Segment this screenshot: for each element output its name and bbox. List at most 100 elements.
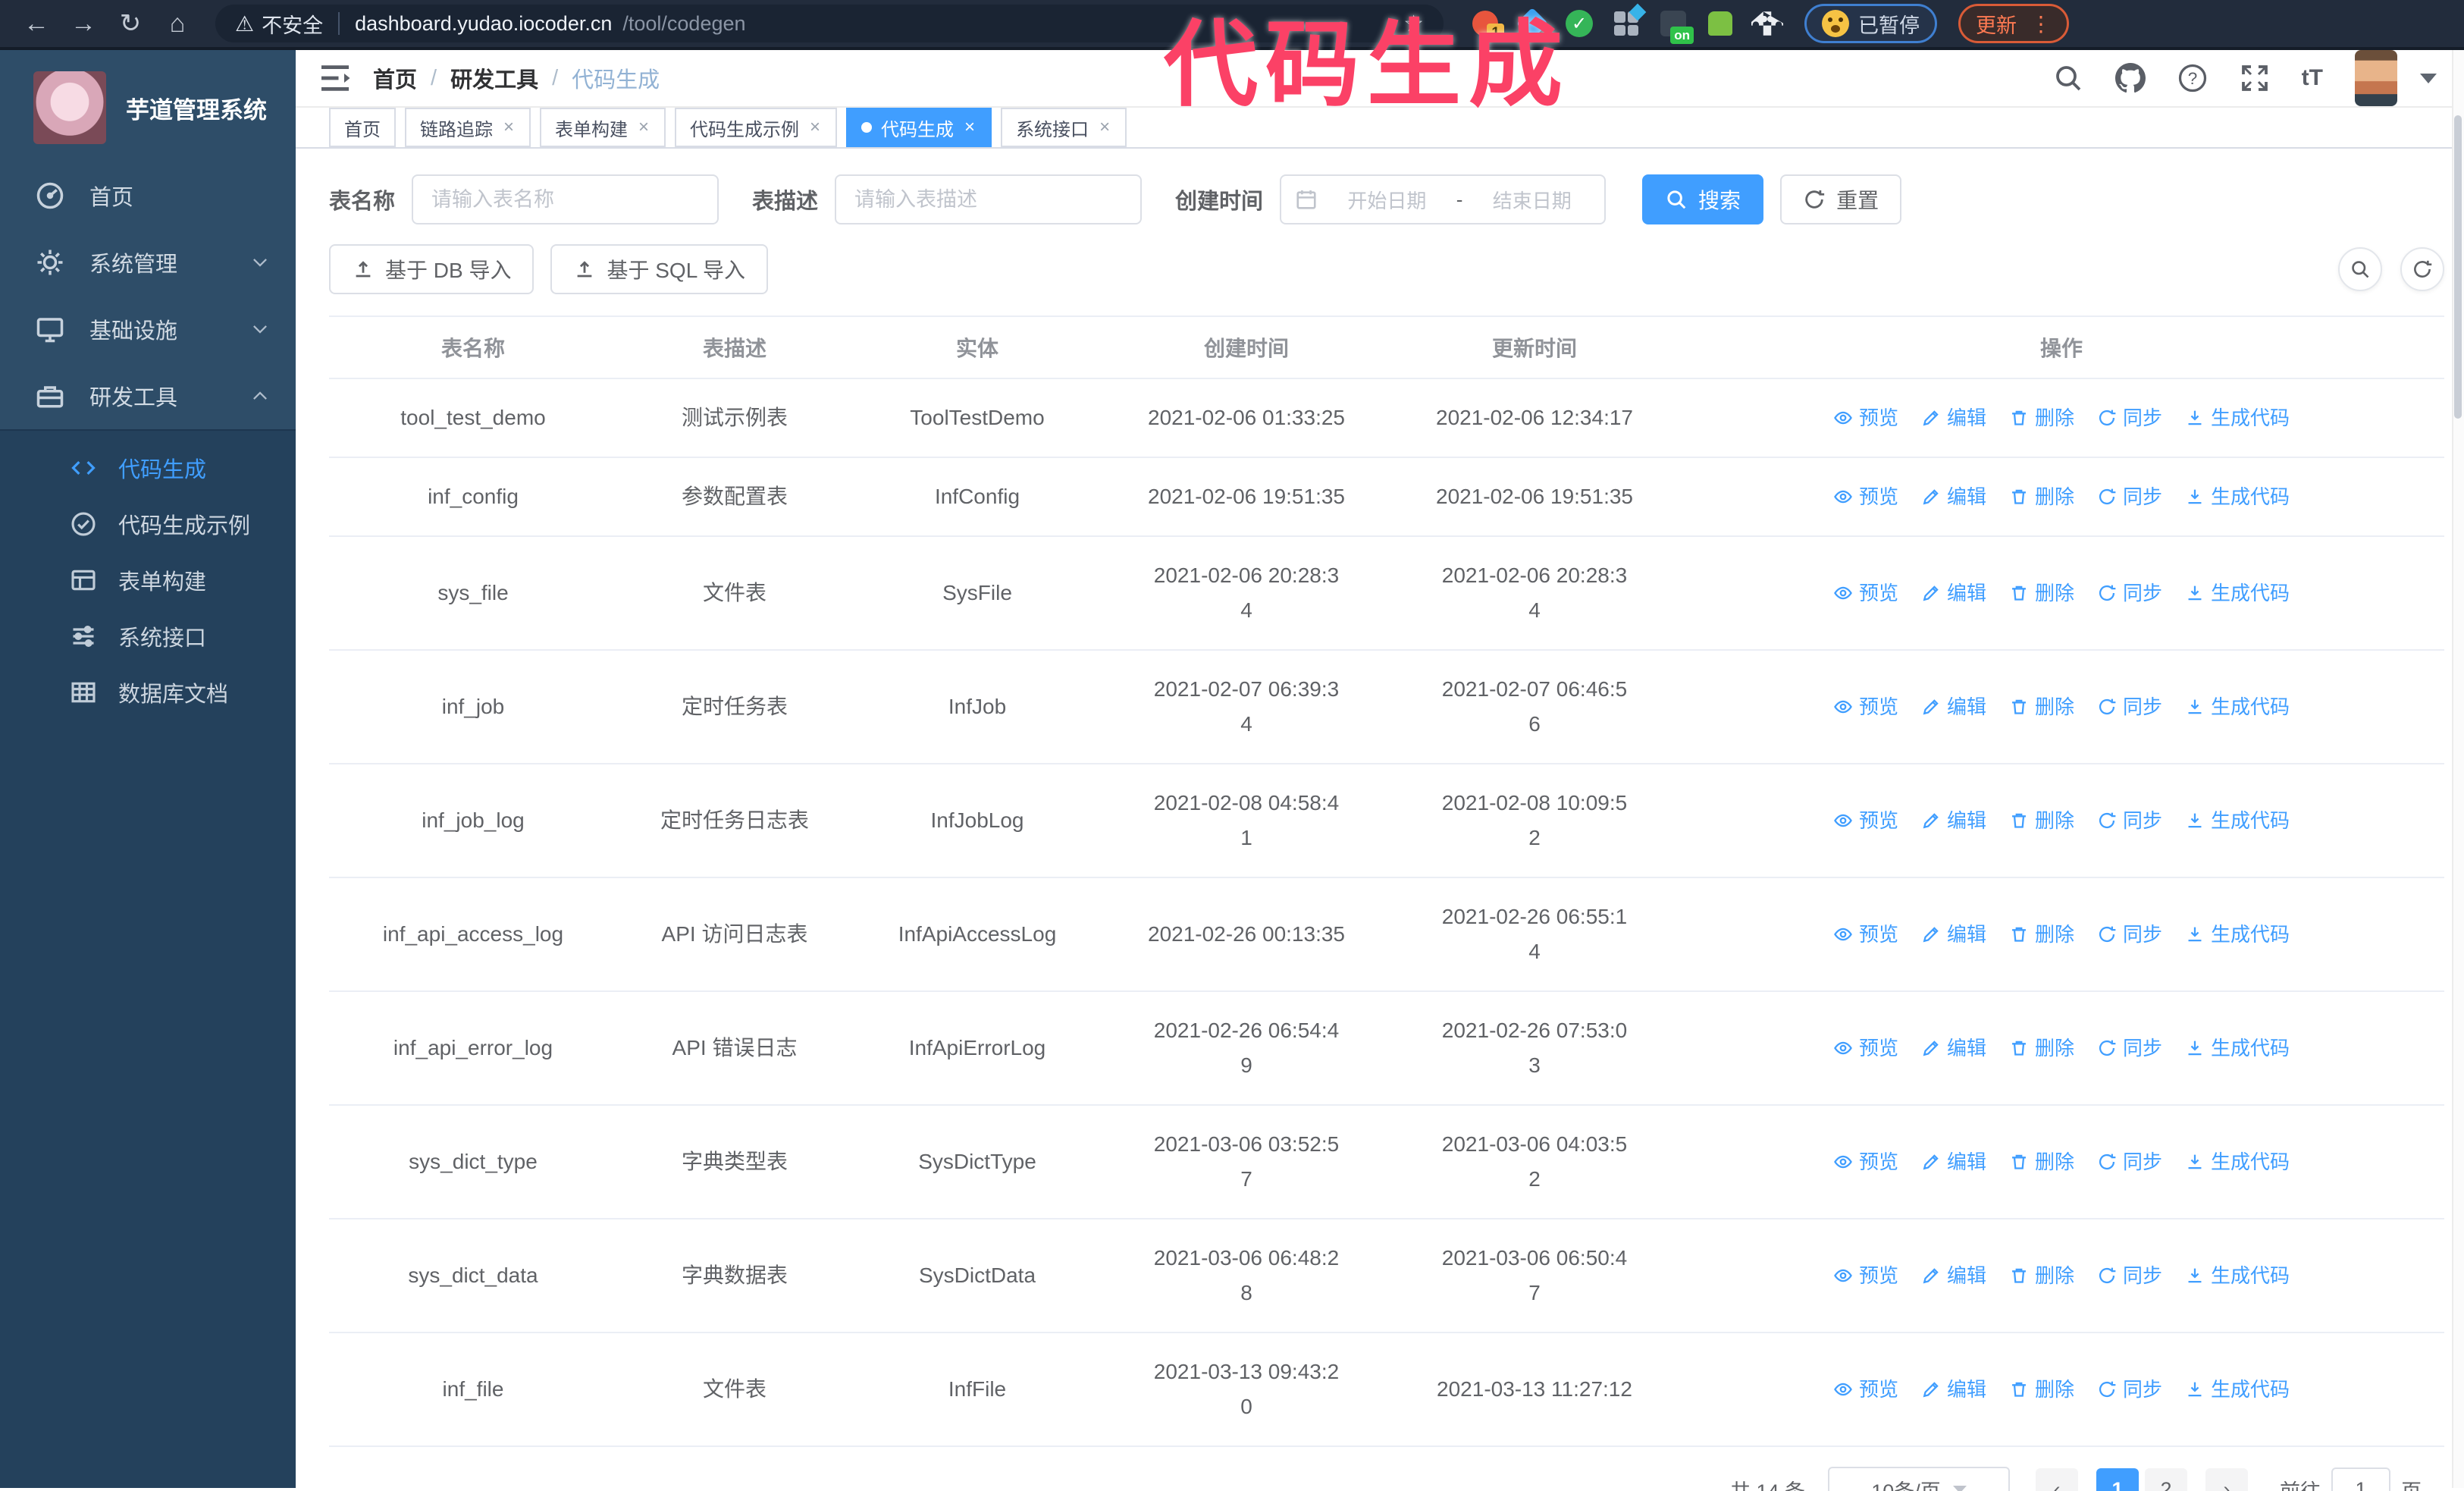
- delete-action[interactable]: 删除: [2009, 1258, 2074, 1293]
- sidebar-item-基础设施[interactable]: 基础设施: [0, 296, 296, 363]
- sync-action[interactable]: 同步: [2097, 689, 2162, 724]
- preview-action[interactable]: 预览: [1833, 689, 1898, 724]
- delete-action[interactable]: 删除: [2009, 689, 2074, 724]
- refresh-table-button[interactable]: [2400, 247, 2444, 291]
- generate-code-action[interactable]: 生成代码: [2185, 689, 2290, 724]
- home-icon[interactable]: ⌂: [158, 4, 197, 43]
- fullscreen-icon[interactable]: [2240, 63, 2270, 93]
- delete-action[interactable]: 删除: [2009, 803, 2074, 838]
- sync-action[interactable]: 同步: [2097, 1372, 2162, 1407]
- generate-code-action[interactable]: 生成代码: [2185, 479, 2290, 514]
- edit-action[interactable]: 编辑: [1921, 400, 1986, 435]
- edit-action[interactable]: 编辑: [1921, 917, 1986, 952]
- tag-代码生成示例[interactable]: 代码生成示例 ×: [675, 108, 838, 147]
- preview-action[interactable]: 预览: [1833, 1258, 1898, 1293]
- close-icon[interactable]: ×: [1098, 117, 1111, 138]
- user-avatar[interactable]: [2355, 50, 2397, 106]
- import-db-button[interactable]: 基于 DB 导入: [329, 244, 534, 294]
- edit-action[interactable]: 编辑: [1921, 689, 1986, 724]
- tag-链路追踪[interactable]: 链路追踪 ×: [405, 108, 531, 147]
- scrollbar[interactable]: [2452, 50, 2464, 1488]
- reload-icon[interactable]: ↻: [111, 4, 150, 43]
- extension-dark-icon[interactable]: on: [1657, 8, 1694, 44]
- table-name-input[interactable]: [412, 174, 719, 224]
- preview-action[interactable]: 预览: [1833, 1031, 1898, 1066]
- reset-button[interactable]: 重置: [1780, 174, 1902, 224]
- search-button[interactable]: 搜索: [1642, 174, 1764, 224]
- bookmark-star-icon[interactable]: ☆: [1403, 11, 1424, 37]
- sidebar-item-系统管理[interactable]: 系统管理: [0, 229, 296, 296]
- preview-action[interactable]: 预览: [1833, 1372, 1898, 1407]
- generate-code-action[interactable]: 生成代码: [2185, 400, 2290, 435]
- preview-action[interactable]: 预览: [1833, 576, 1898, 611]
- page-size-select[interactable]: 10条/页: [1828, 1467, 2010, 1491]
- logo-row[interactable]: 芋道管理系统: [0, 50, 296, 162]
- date-range-picker[interactable]: 开始日期 - 结束日期: [1280, 174, 1607, 224]
- import-sql-button[interactable]: 基于 SQL 导入: [550, 244, 769, 294]
- extension-icon[interactable]: 1: [1469, 8, 1504, 42]
- delete-action[interactable]: 删除: [2009, 917, 2074, 952]
- profile-paused-chip[interactable]: 已暂停: [1804, 4, 1937, 43]
- chevron-down-icon[interactable]: [2420, 73, 2437, 83]
- sidebar-item-研发工具[interactable]: 研发工具: [0, 363, 296, 429]
- preview-action[interactable]: 预览: [1833, 400, 1898, 435]
- generate-code-action[interactable]: 生成代码: [2185, 1031, 2290, 1066]
- goto-page-input[interactable]: [2331, 1467, 2390, 1491]
- generate-code-action[interactable]: 生成代码: [2185, 803, 2290, 838]
- edit-action[interactable]: 编辑: [1921, 1144, 1986, 1179]
- preview-action[interactable]: 预览: [1833, 917, 1898, 952]
- preview-action[interactable]: 预览: [1833, 479, 1898, 514]
- search-icon[interactable]: [2053, 63, 2083, 93]
- sync-action[interactable]: 同步: [2097, 917, 2162, 952]
- delete-action[interactable]: 删除: [2009, 479, 2074, 514]
- extension-grid-icon[interactable]: [1610, 3, 1647, 39]
- forward-icon[interactable]: →: [64, 4, 103, 43]
- not-secure-label[interactable]: ⚠ 不安全: [235, 9, 323, 39]
- github-icon[interactable]: [2114, 63, 2146, 93]
- sync-action[interactable]: 同步: [2097, 1031, 2162, 1066]
- page-button-2[interactable]: 2: [2145, 1468, 2187, 1491]
- sidebar-subitem-表单构建[interactable]: 表单构建: [0, 552, 296, 608]
- sidebar-subitem-代码生成[interactable]: 代码生成: [0, 440, 296, 496]
- sync-action[interactable]: 同步: [2097, 400, 2162, 435]
- help-icon[interactable]: ?: [2177, 63, 2208, 93]
- delete-action[interactable]: 删除: [2009, 400, 2074, 435]
- extension-bot-icon[interactable]: [1704, 8, 1736, 39]
- sync-action[interactable]: 同步: [2097, 576, 2162, 611]
- edit-action[interactable]: 编辑: [1921, 576, 1986, 611]
- sync-action[interactable]: 同步: [2097, 1144, 2162, 1179]
- edit-action[interactable]: 编辑: [1921, 1372, 1986, 1407]
- hamburger-icon[interactable]: [317, 60, 353, 96]
- close-icon[interactable]: ×: [808, 117, 822, 138]
- sync-action[interactable]: 同步: [2097, 1258, 2162, 1293]
- scrollbar-thumb[interactable]: [2454, 115, 2462, 419]
- sidebar-subitem-代码生成示例[interactable]: 代码生成示例: [0, 496, 296, 552]
- edit-action[interactable]: 编辑: [1921, 479, 1986, 514]
- preview-action[interactable]: 预览: [1833, 803, 1898, 838]
- extension-gem-icon[interactable]: [1516, 7, 1549, 40]
- preview-action[interactable]: 预览: [1833, 1144, 1898, 1179]
- delete-action[interactable]: 删除: [2009, 1031, 2074, 1066]
- generate-code-action[interactable]: 生成代码: [2185, 576, 2290, 611]
- delete-action[interactable]: 删除: [2009, 1144, 2074, 1179]
- delete-action[interactable]: 删除: [2009, 576, 2074, 611]
- breadcrumb-home[interactable]: 首页: [373, 62, 417, 94]
- generate-code-action[interactable]: 生成代码: [2185, 1372, 2290, 1407]
- chrome-update-button[interactable]: 更新 ⋮: [1958, 4, 2069, 43]
- font-size-icon[interactable]: tT: [2302, 65, 2323, 91]
- puzzle-icon[interactable]: [1751, 8, 1783, 39]
- next-page-button[interactable]: ›: [2205, 1468, 2248, 1491]
- back-icon[interactable]: ←: [17, 4, 56, 43]
- tag-表单构建[interactable]: 表单构建 ×: [540, 108, 666, 147]
- menu-dots-icon[interactable]: ⋮: [2026, 11, 2052, 36]
- close-icon[interactable]: ×: [637, 117, 650, 138]
- sidebar-subitem-数据库文档[interactable]: 数据库文档: [0, 664, 296, 720]
- extension-check-icon[interactable]: ✓: [1563, 8, 1595, 39]
- page-button-1[interactable]: 1: [2096, 1468, 2139, 1491]
- tag-首页[interactable]: 首页: [329, 108, 396, 147]
- sidebar-subitem-系统接口[interactable]: 系统接口: [0, 608, 296, 664]
- toggle-search-button[interactable]: [2338, 247, 2382, 291]
- close-icon[interactable]: ×: [963, 117, 977, 138]
- tag-系统接口[interactable]: 系统接口 ×: [1001, 108, 1127, 147]
- edit-action[interactable]: 编辑: [1921, 1258, 1986, 1293]
